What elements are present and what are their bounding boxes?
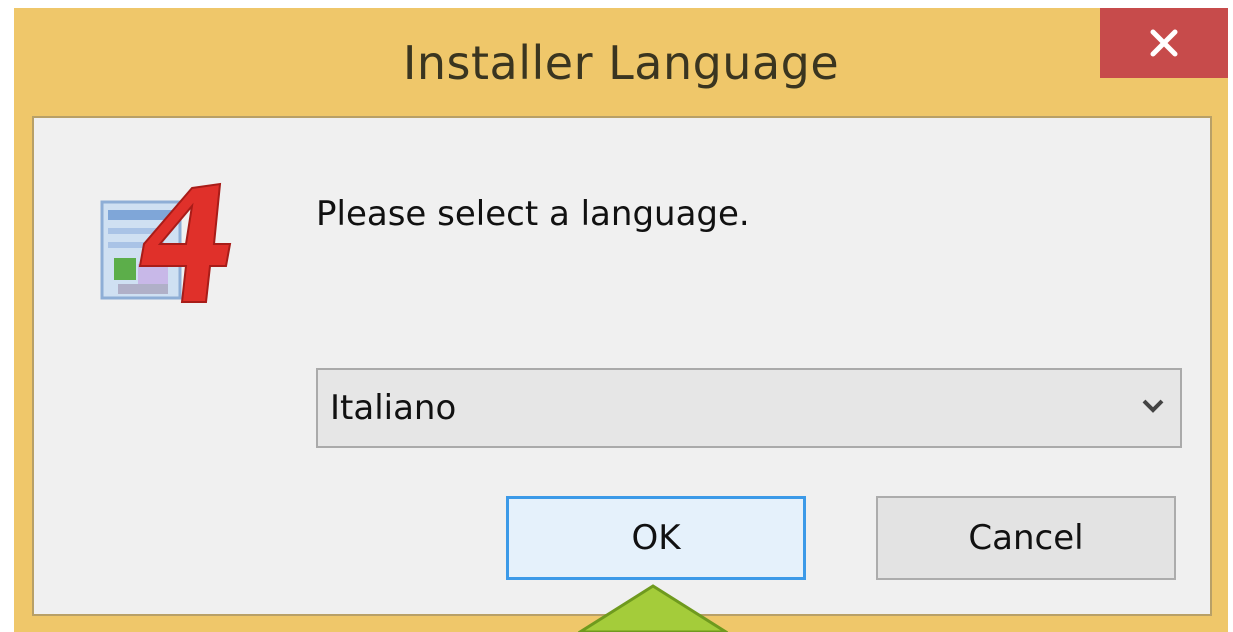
title-bar[interactable]: Installer Language: [14, 8, 1228, 118]
chevron-down-icon: [1142, 399, 1164, 413]
language-select[interactable]: Italiano: [316, 368, 1182, 448]
language-prompt: Please select a language.: [316, 194, 750, 234]
installer-app-icon: [100, 182, 232, 303]
dialog-body: Please select a language. Italiano OK Ca…: [32, 116, 1212, 616]
window-title: Installer Language: [402, 36, 840, 90]
installer-language-window: Installer Language Please select a langu…: [14, 8, 1228, 632]
pointer-arrow-icon: [578, 584, 728, 632]
close-button[interactable]: [1100, 8, 1228, 78]
ok-button[interactable]: OK: [506, 496, 806, 580]
close-icon: [1150, 29, 1178, 57]
cancel-button[interactable]: Cancel: [876, 496, 1176, 580]
language-select-value: Italiano: [330, 388, 457, 428]
